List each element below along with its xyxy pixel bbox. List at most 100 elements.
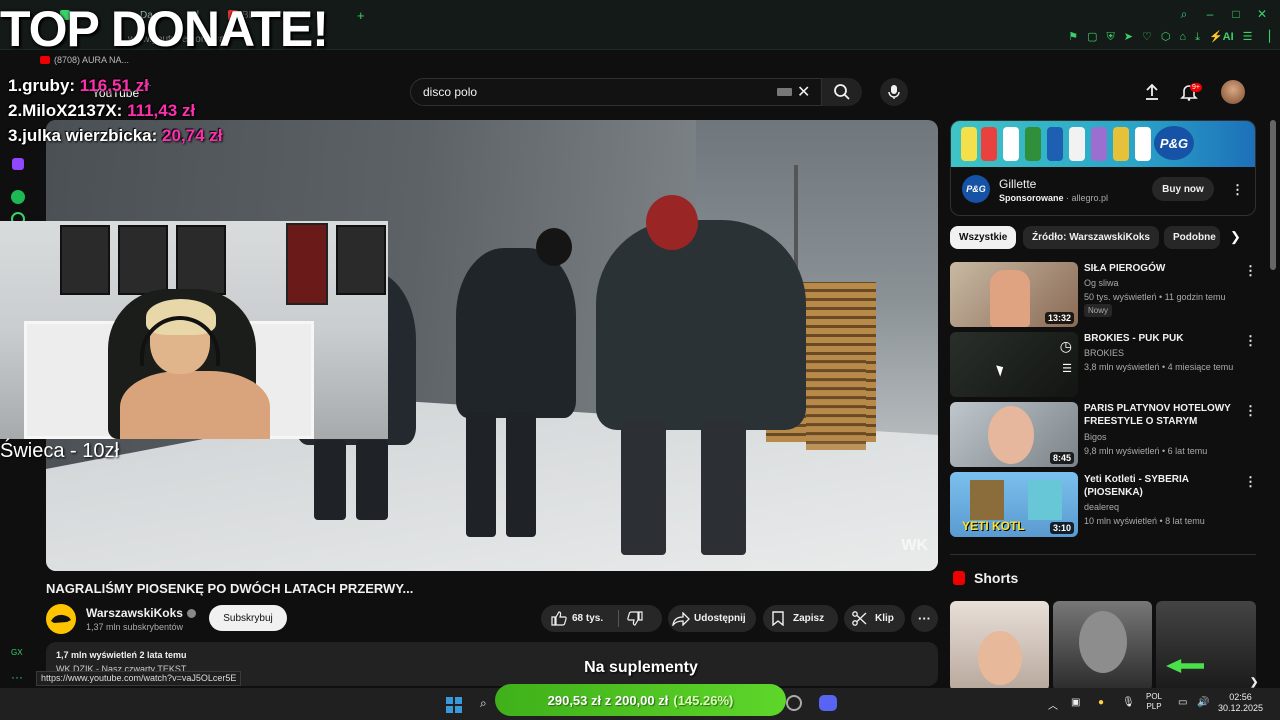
gx-icon[interactable]: GX <box>11 648 23 662</box>
recommendation-title[interactable]: BROKIES - PUK PUK <box>1084 332 1234 345</box>
download-icon[interactable]: ⤓ <box>1195 30 1200 44</box>
chip-similar[interactable]: Podobne <box>1164 226 1220 249</box>
recommendation-channel[interactable]: Og sliwa <box>1084 278 1119 288</box>
recommendation-title[interactable]: Yeti Kotleti - SYBERIA (PIOSENKA) <box>1084 473 1234 499</box>
save-button[interactable]: Zapisz <box>763 605 838 632</box>
wallet-icon[interactable]: ⌂ <box>1179 30 1186 44</box>
tray-app-icon[interactable]: ● <box>1098 697 1104 708</box>
pin-icon[interactable]: ⚑ <box>1068 30 1078 44</box>
video-person-leg <box>466 412 496 537</box>
donor-amount: 20,74 zł <box>162 126 223 145</box>
ad-product <box>1025 127 1041 161</box>
twitch-icon[interactable] <box>12 158 24 170</box>
maximize-icon[interactable]: □ <box>1230 8 1242 20</box>
tray-chevron-icon[interactable]: ︿ <box>1048 697 1058 712</box>
search-tabs-icon[interactable]: ⌕ <box>1178 8 1190 20</box>
clock[interactable]: 02:56 30.12.2025 <box>1218 692 1263 714</box>
new-tab-button[interactable]: + <box>357 6 365 24</box>
recommendation-meta: 3,8 mln wyświetleń • 4 miesiące temu <box>1084 362 1234 372</box>
ad-domain: · allegro.pl <box>1066 193 1109 203</box>
watch-later-icon[interactable]: ◷ <box>1060 338 1072 355</box>
channel-name[interactable]: WarszawskiKoks <box>86 606 196 620</box>
arrow-left-icon <box>1166 659 1204 673</box>
shorts-icon <box>953 571 965 585</box>
video-title: NAGRALIŚMY PIOSENKĘ PO DWÓCH LATACH PRZE… <box>46 581 414 596</box>
page-scrollbar[interactable] <box>1270 120 1276 270</box>
scissors-icon <box>852 611 867 626</box>
short-thumbnail[interactable] <box>950 601 1049 691</box>
ad-menu-icon[interactable]: ⋮ <box>1231 183 1244 196</box>
share-button[interactable]: Udostępnij <box>668 605 756 632</box>
close-window-icon[interactable]: ✕ <box>1256 8 1268 20</box>
recommendation-channel[interactable]: Bigos <box>1084 432 1107 442</box>
recommendation-menu-icon[interactable]: ⋮ <box>1244 404 1257 417</box>
screenshot-icon[interactable]: ▢ <box>1087 30 1097 44</box>
taskbar-search-icon[interactable]: ⌕ <box>480 696 496 712</box>
like-count: 68 tys. <box>572 613 604 624</box>
spotify-icon[interactable] <box>11 190 25 204</box>
add-to-queue-icon[interactable]: ☰ <box>1062 362 1072 375</box>
taskbar-app-icon[interactable] <box>786 695 802 711</box>
donor-amount: 111,43 zł <box>127 101 196 120</box>
account-avatar[interactable] <box>1221 80 1245 104</box>
short-thumbnail[interactable] <box>1053 601 1152 691</box>
more-icon[interactable]: ··· <box>11 670 23 684</box>
chip-source-channel[interactable]: Źródło: WarszawskiKoks <box>1023 226 1159 249</box>
recommendation-title[interactable]: SIŁA PIEROGÓW <box>1084 262 1234 275</box>
discord-icon[interactable] <box>819 695 837 711</box>
clip-button[interactable]: Klip <box>844 605 905 632</box>
clear-search-icon[interactable]: ✕ <box>797 82 810 102</box>
keyboard-icon[interactable] <box>777 88 792 96</box>
shield-icon[interactable]: ⛨ <box>1106 30 1114 44</box>
link-hover-url: https://www.youtube.com/watch?v=vaJ5OLce… <box>36 671 242 686</box>
dislike-button[interactable] <box>627 611 643 629</box>
chip-all[interactable]: Wszystkie <box>950 226 1017 249</box>
subscribe-button[interactable]: Subskrybuj <box>209 605 287 631</box>
like-button[interactable] <box>551 611 567 629</box>
video-person-head <box>536 228 572 266</box>
donor-entry: 3.julka wierzbicka: 20,74 zł <box>8 126 223 146</box>
search-input[interactable]: disco polo <box>410 78 822 106</box>
send-icon[interactable]: ➤ <box>1124 30 1133 44</box>
goal-current: 290,53 zł <box>547 692 602 708</box>
recommendation-channel[interactable]: dealereq <box>1084 502 1119 512</box>
extensions-icon[interactable]: ⬡ <box>1161 30 1171 44</box>
buy-now-button[interactable]: Buy now <box>1152 177 1214 201</box>
voice-search-button[interactable] <box>880 78 908 106</box>
minimize-icon[interactable]: – <box>1204 8 1216 20</box>
recommendation-thumbnail[interactable]: YETI KOTL 3:10 <box>950 472 1078 537</box>
ai-button[interactable]: ⚡AI <box>1209 30 1234 44</box>
recommendation-menu-icon[interactable]: ⋮ <box>1244 475 1257 488</box>
language-indicator[interactable]: POL PLP <box>1146 692 1162 712</box>
poster <box>118 225 168 295</box>
recommendation-menu-icon[interactable]: ⋮ <box>1244 264 1257 277</box>
more-actions-button[interactable]: ··· <box>911 605 938 632</box>
thumb-figure <box>970 480 1004 520</box>
ad-product <box>1069 127 1085 161</box>
chevron-right-icon[interactable]: ❯ <box>1230 229 1241 245</box>
microphone-icon <box>888 85 900 99</box>
upload-icon[interactable] <box>1143 83 1161 106</box>
network-icon[interactable]: ▭ <box>1178 697 1187 708</box>
channel-avatar[interactable] <box>46 604 76 634</box>
windows-start-icon[interactable] <box>446 697 462 713</box>
pg-brand-logo: P&G <box>1154 126 1194 160</box>
tray-app-icon[interactable]: ▣ <box>1071 697 1080 708</box>
volume-icon[interactable]: 🔊 <box>1197 697 1209 708</box>
sponsored-text: Sponsorowane <box>999 193 1064 203</box>
recommendation-meta: 50 tys. wyświetleń • 11 godzin temu <box>1084 292 1226 302</box>
heart-icon[interactable]: ♡ <box>1142 30 1152 44</box>
recommendation-channel[interactable]: BROKIES <box>1084 348 1124 358</box>
search-button[interactable] <box>822 78 862 106</box>
recommendation-title[interactable]: PARIS PLATYNOV HOTELOWY FREESTYLE O STAR… <box>1084 402 1234 428</box>
video-duration: 8:45 <box>1049 452 1074 464</box>
tray-mic-icon[interactable]: 🎙 <box>1122 697 1135 708</box>
short-thumbnail[interactable] <box>1156 601 1256 691</box>
recommendation-thumbnail[interactable]: ◷ ☰ <box>950 332 1078 397</box>
video-duration: 3:10 <box>1049 522 1074 534</box>
recommendation-thumbnail[interactable]: 13:32 <box>950 262 1078 327</box>
menu-icon[interactable]: ☰ <box>1243 30 1253 44</box>
sidebar-icon[interactable]: ▕ <box>1262 30 1270 44</box>
recommendation-menu-icon[interactable]: ⋮ <box>1244 334 1257 347</box>
recommendation-thumbnail[interactable]: 8:45 <box>950 402 1078 467</box>
